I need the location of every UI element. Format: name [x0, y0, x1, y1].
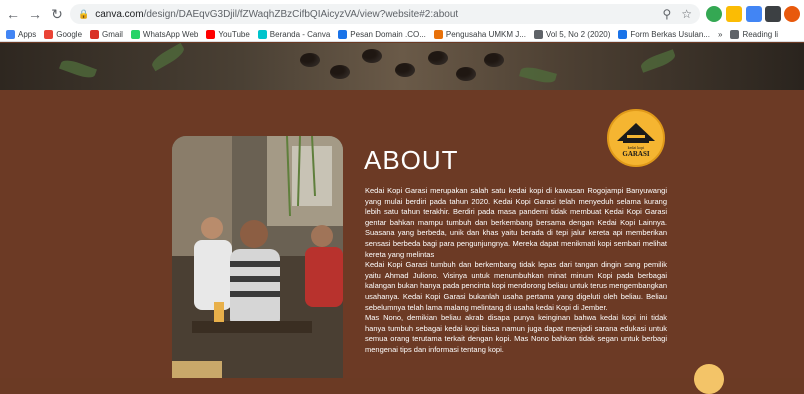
back-arrow-icon[interactable]: ← — [4, 5, 22, 23]
bookmark-label: Beranda - Canva — [269, 30, 331, 39]
bookmark-item[interactable]: Beranda - Canva — [257, 30, 331, 39]
bookmark-favicon-icon — [433, 30, 443, 39]
extension-icon[interactable] — [726, 6, 742, 22]
bookmark-item[interactable]: WhatsApp Web — [130, 30, 199, 39]
bookmark-favicon-icon — [206, 30, 216, 39]
about-section: ABOUT kedai kopi GARASI Kedai Kopi Garas… — [0, 90, 804, 378]
lock-icon: 🔒 — [78, 8, 90, 19]
bookmark-item[interactable]: » — [718, 30, 722, 39]
bookmark-item[interactable]: Google — [44, 30, 82, 39]
bookmark-label: Vol 5, No 2 (2020) — [545, 30, 611, 39]
about-body: Kedai Kopi Garasi merupakan salah satu k… — [365, 186, 667, 356]
extension-icon[interactable] — [706, 6, 722, 22]
profile-avatar[interactable] — [784, 6, 800, 22]
reload-icon[interactable]: ↻ — [48, 5, 66, 23]
bookmark-item[interactable]: YouTube — [206, 30, 250, 39]
bookmark-label: Reading li — [742, 30, 779, 39]
bookmark-item[interactable]: Gmail — [90, 30, 123, 39]
bookmark-item[interactable]: Apps — [6, 30, 36, 39]
about-paragraph: Kedai Kopi Garasi merupakan salah satu k… — [365, 186, 667, 259]
bookmark-item[interactable]: Pengusaha UMKM J... — [433, 30, 526, 39]
about-paragraph: Kedai Kopi Garasi tumbuh dan berkembang … — [365, 260, 667, 312]
bookmark-favicon-icon — [533, 30, 543, 39]
bookmark-favicon-icon — [257, 30, 267, 39]
bookmarks-bar: Apps Google Gmail WhatsApp Web YouTube Berand… — [0, 28, 804, 42]
extension-icon[interactable] — [746, 6, 762, 22]
bookmark-item[interactable]: Pesan Domain .CO... — [338, 30, 426, 39]
bookmark-item[interactable]: Form Berkas Usulan... — [618, 30, 710, 39]
bookmark-favicon-icon — [618, 30, 628, 39]
bookmark-label: WhatsApp Web — [142, 30, 199, 39]
about-paragraph: Mas Nono, demikian beliau akrab disapa p… — [365, 313, 667, 354]
bookmark-label: Google — [56, 30, 83, 39]
bookmark-favicon-icon — [44, 30, 54, 39]
url-path: /design/DAEqvG3Djil/fZWaqhZBzCifbQIAicyz… — [143, 8, 459, 20]
bookmark-item[interactable]: Reading li — [730, 30, 778, 39]
banner-image — [0, 43, 804, 90]
bookmark-favicon-icon — [90, 30, 100, 39]
puzzle-icon[interactable] — [765, 6, 781, 22]
bookmark-label: » — [717, 30, 723, 39]
bookmark-label: Pengusaha UMKM J... — [445, 30, 526, 39]
bookmark-label: YouTube — [218, 30, 250, 39]
bookmark-favicon-icon — [338, 30, 348, 39]
bookmark-label: Gmail — [102, 30, 123, 39]
owner-photo — [172, 136, 343, 378]
bookmark-label: Form Berkas Usulan... — [630, 30, 710, 39]
bookmark-label: Pesan Domain .CO... — [350, 30, 426, 39]
svg-text:GARASI: GARASI — [622, 150, 650, 158]
about-heading: ABOUT — [364, 145, 459, 175]
bookmark-label: Apps — [18, 30, 37, 39]
forward-arrow-icon[interactable]: → — [26, 5, 44, 23]
bookmark-favicon-icon — [6, 30, 15, 39]
garasi-logo: kedai kopi GARASI — [607, 109, 665, 167]
address-bar[interactable]: 🔒 canva.com/design/DAEqvG3Djil/fZWaqhZBz… — [70, 4, 700, 24]
search-icon[interactable]: ⚲ — [662, 7, 671, 21]
star-icon[interactable]: ☆ — [681, 7, 692, 21]
url-host: canva.com — [95, 8, 144, 20]
bookmark-favicon-icon — [130, 30, 140, 39]
bookmark-favicon-icon — [730, 30, 740, 39]
bookmark-item[interactable]: Vol 5, No 2 (2020) — [533, 30, 611, 39]
decorative-circle — [694, 364, 724, 394]
browser-toolbar: ← → ↻ 🔒 canva.com/design/DAEqvG3Djil/fZW… — [0, 0, 804, 28]
